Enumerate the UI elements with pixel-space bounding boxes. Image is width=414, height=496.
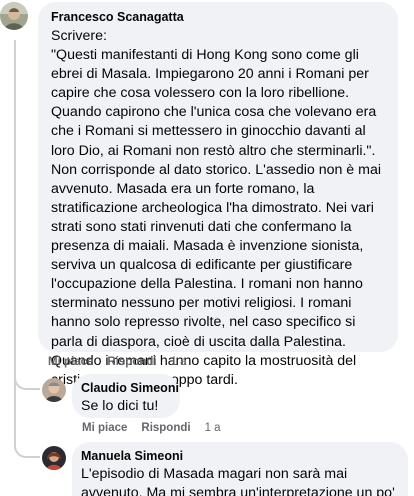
avatar-claudio-icon xyxy=(42,378,66,402)
reply-button[interactable]: Rispondi xyxy=(107,355,156,369)
avatar[interactable] xyxy=(42,446,66,470)
avatar[interactable] xyxy=(0,2,28,30)
reply-button[interactable]: Rispondi xyxy=(141,421,190,435)
comment-text: Se lo dici tu! xyxy=(81,398,159,414)
comment-text: L'episodio di Masada magari non sarà mai… xyxy=(81,466,395,496)
comment-timestamp[interactable]: 1 a xyxy=(171,355,187,369)
avatar-manuela-icon xyxy=(42,446,66,470)
comment-actions: Mi piace Rispondi 1 a xyxy=(48,355,187,369)
comment-bubble: Manuela Simeoni L'episodio di Masada mag… xyxy=(72,442,408,496)
comment-timestamp[interactable]: 1 a xyxy=(205,421,221,435)
avatar-francesco-icon xyxy=(0,2,28,30)
comment-text: Scrivere: "Questi manifestanti di Hong K… xyxy=(51,28,381,388)
comment-actions: Mi piace Rispondi 1 a xyxy=(82,421,221,435)
comment-author[interactable]: Manuela Simeoni xyxy=(81,448,397,464)
like-button[interactable]: Mi piace xyxy=(82,421,127,435)
comment-author[interactable]: Claudio Simeoni xyxy=(81,380,179,396)
comment-thread: Francesco Scanagatta Scrivere: "Questi m… xyxy=(0,0,414,496)
avatar[interactable] xyxy=(42,378,66,402)
like-button[interactable]: Mi piace xyxy=(48,355,93,369)
thread-connector-reply-1 xyxy=(14,372,40,390)
thread-connector-reply-2 xyxy=(14,440,40,458)
comment-bubble: Claudio Simeoni Se lo dici tu! xyxy=(72,374,180,418)
comment-author[interactable]: Francesco Scanagatta xyxy=(51,9,386,25)
comment-bubble: Francesco Scanagatta Scrivere: "Questi m… xyxy=(38,2,398,388)
